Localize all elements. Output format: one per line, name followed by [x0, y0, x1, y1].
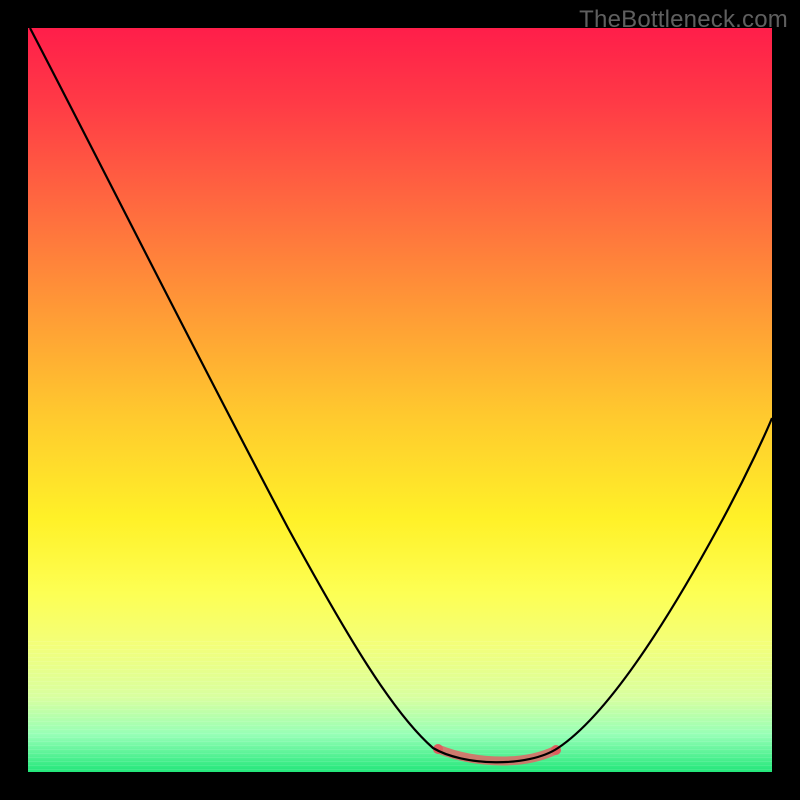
chart-frame: TheBottleneck.com — [0, 0, 800, 800]
highlight-segment — [438, 749, 556, 761]
plot-area — [28, 28, 772, 772]
watermark-text: TheBottleneck.com — [579, 6, 788, 34]
bottleneck-curve — [30, 28, 772, 762]
curve-svg — [28, 28, 772, 772]
